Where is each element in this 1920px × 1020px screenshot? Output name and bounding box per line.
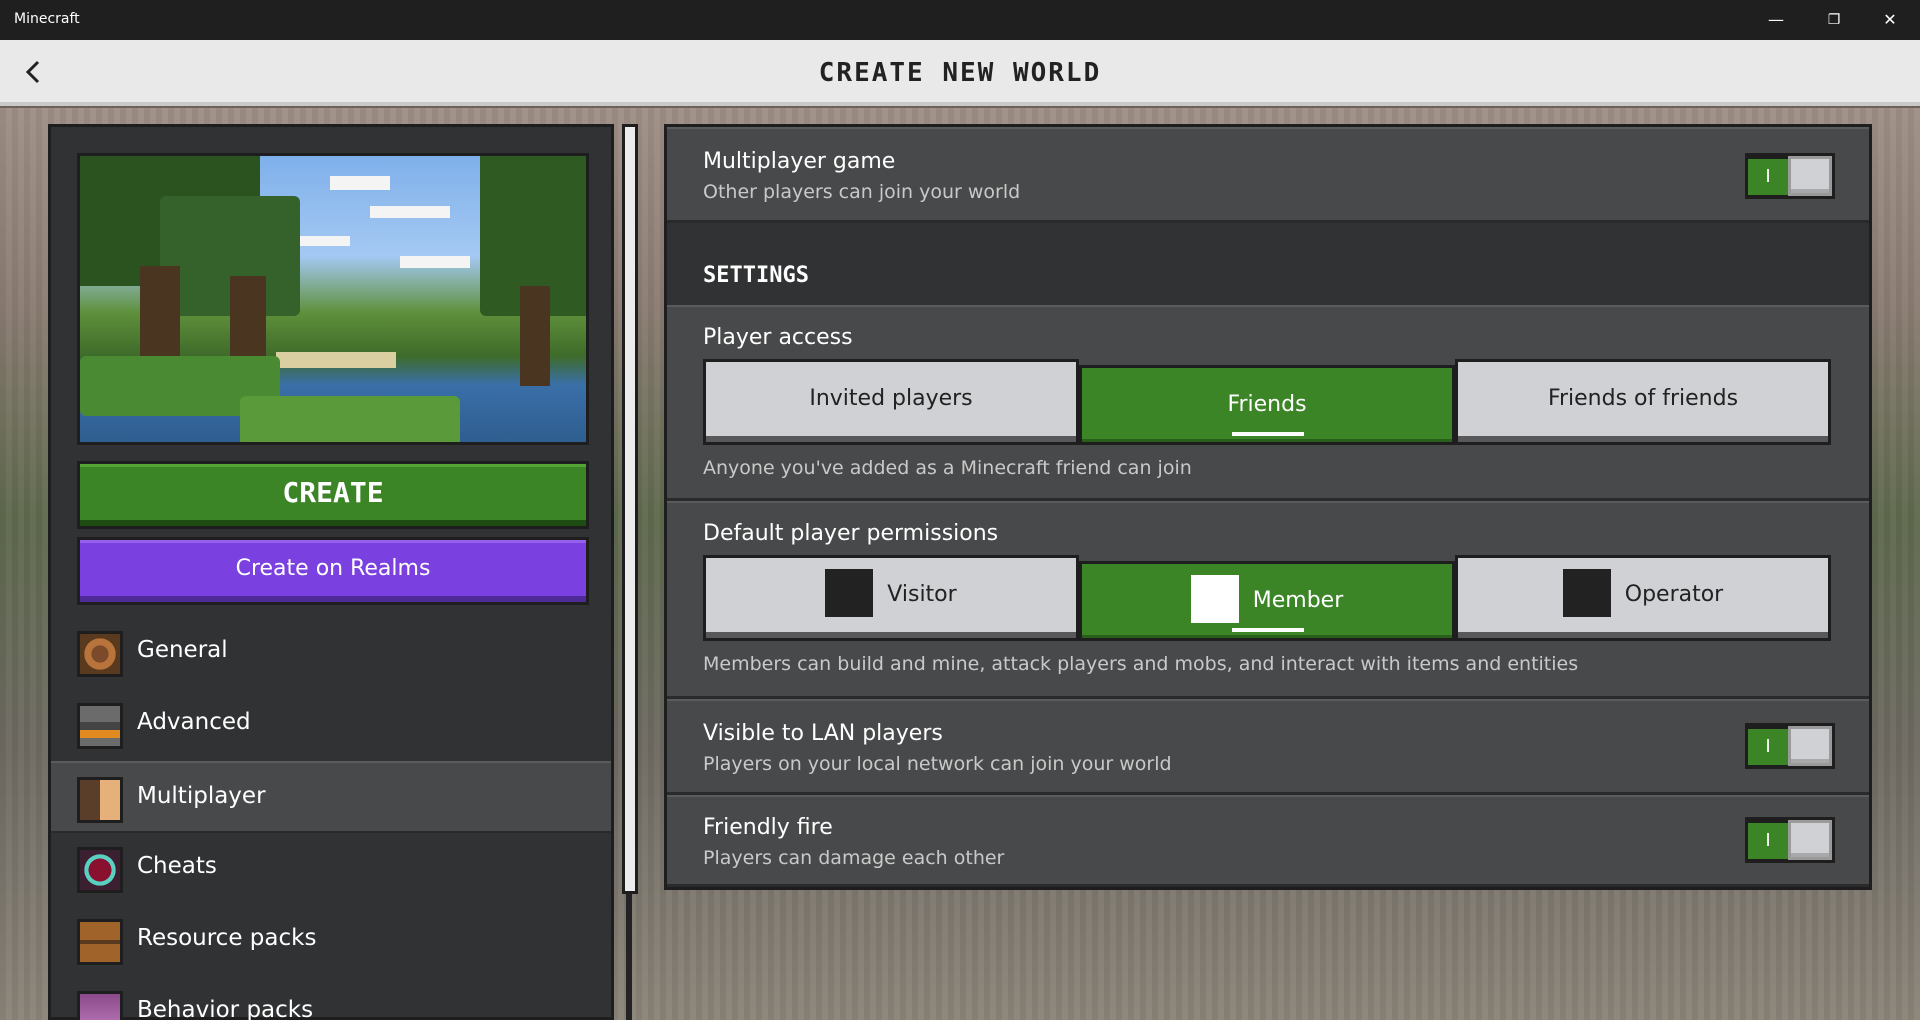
selected-indicator: [1232, 432, 1304, 436]
sidebar-item-multiplayer[interactable]: Multiplayer: [51, 761, 611, 833]
lan-visibility-title: Visible to LAN players: [703, 721, 943, 746]
member-option-label: Member: [1252, 588, 1344, 613]
operator-option[interactable]: Operator: [1455, 555, 1831, 641]
player-access-selector: Invited players Friends Friends of frien…: [703, 359, 1831, 445]
friendly-fire-desc: Players can damage each other: [703, 847, 1005, 869]
page-title: CREATE NEW WORLD: [818, 58, 1102, 88]
multiplayer-game-toggle[interactable]: I: [1745, 153, 1835, 199]
sidebar-item-label: Multiplayer: [137, 783, 266, 809]
sidebar-item-label: Resource packs: [137, 925, 317, 951]
default-permissions-title: Default player permissions: [703, 521, 999, 546]
member-option[interactable]: Member: [1079, 561, 1455, 641]
lan-visibility-row: Visible to LAN players Players on your l…: [667, 699, 1869, 795]
close-button[interactable]: ✕: [1862, 0, 1918, 40]
friendly-fire-title: Friendly fire: [703, 815, 833, 840]
friends-option[interactable]: Friends: [1079, 365, 1455, 445]
resource-packs-icon: [77, 919, 123, 965]
restore-button[interactable]: ❐: [1806, 0, 1862, 40]
sidebar-item-label: General: [137, 637, 228, 663]
invited-players-option[interactable]: Invited players: [703, 359, 1079, 445]
player-access-row: Player access Invited players Friends Fr…: [667, 305, 1869, 501]
sidebar-item-advanced[interactable]: Advanced: [51, 689, 611, 761]
player-access-title: Player access: [703, 325, 853, 350]
toggle-knob: [1788, 726, 1832, 766]
sidebar-nav: General Advanced Multiplayer Cheats Reso…: [51, 617, 611, 1020]
member-icon: [1190, 575, 1239, 623]
settings-panel: Multiplayer game Other players can join …: [664, 124, 1872, 890]
left-panel: CREATE Create on Realms General Advanced…: [48, 124, 614, 1020]
player-access-desc: Anyone you've added as a Minecraft frien…: [703, 457, 1192, 479]
sidebar-item-label: Advanced: [137, 709, 251, 735]
toggle-on-indicator: I: [1748, 159, 1788, 195]
behavior-packs-icon: [77, 991, 123, 1020]
settings-heading: SETTINGS: [703, 263, 809, 288]
page-header: CREATE NEW WORLD: [0, 40, 1920, 106]
toggle-on-indicator: I: [1748, 729, 1788, 765]
sidebar-item-general[interactable]: General: [51, 617, 611, 689]
create-button[interactable]: CREATE: [77, 461, 589, 529]
sidebar-item-cheats[interactable]: Cheats: [51, 833, 611, 905]
sidebar-item-resource-packs[interactable]: Resource packs: [51, 905, 611, 977]
multiplayer-game-title: Multiplayer game: [703, 149, 896, 174]
sidebar-item-behavior-packs[interactable]: Behavior packs: [51, 977, 611, 1020]
permissions-selector: Visitor Member Operator: [703, 555, 1831, 641]
lan-visibility-toggle[interactable]: I: [1745, 723, 1835, 769]
visitor-option-label: Visitor: [887, 582, 957, 607]
friends-of-friends-option[interactable]: Friends of friends: [1455, 359, 1831, 445]
world-preview-image: [77, 153, 589, 445]
advanced-icon: [77, 703, 123, 749]
sidebar-item-label: Behavior packs: [137, 997, 314, 1020]
friends-option-label: Friends: [1227, 392, 1307, 417]
multiplayer-game-desc: Other players can join your world: [703, 181, 1021, 203]
friendly-fire-row: Friendly fire Players can damage each ot…: [667, 795, 1869, 887]
lan-visibility-desc: Players on your local network can join y…: [703, 753, 1172, 775]
toggle-knob: [1788, 820, 1832, 860]
toggle-on-indicator: I: [1748, 823, 1788, 859]
scrollbar-thumb[interactable]: [622, 124, 638, 894]
minimize-button[interactable]: —: [1748, 0, 1804, 40]
multiplayer-icon: [77, 777, 123, 823]
default-permissions-row: Default player permissions Visitor Membe…: [667, 501, 1869, 699]
operator-icon: [1562, 569, 1611, 617]
friendly-fire-toggle[interactable]: I: [1745, 817, 1835, 863]
multiplayer-game-row: Multiplayer game Other players can join …: [667, 127, 1869, 223]
cheats-icon: [77, 847, 123, 893]
selected-indicator: [1232, 628, 1304, 632]
create-on-realms-button[interactable]: Create on Realms: [77, 537, 589, 605]
window-title: Minecraft: [14, 11, 80, 27]
window-titlebar: Minecraft — ❐ ✕: [0, 0, 1920, 40]
sidebar-item-label: Cheats: [137, 853, 217, 879]
general-icon: [77, 631, 123, 677]
visitor-option[interactable]: Visitor: [703, 555, 1079, 641]
visitor-icon: [825, 569, 874, 617]
default-permissions-desc: Members can build and mine, attack playe…: [703, 653, 1579, 675]
toggle-knob: [1788, 156, 1832, 196]
operator-option-label: Operator: [1624, 582, 1724, 607]
